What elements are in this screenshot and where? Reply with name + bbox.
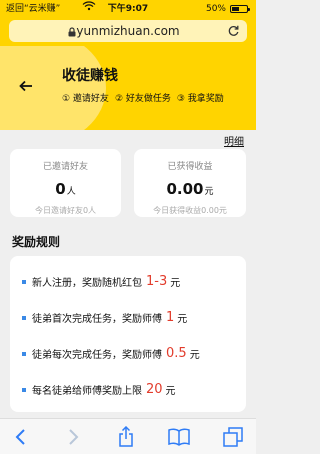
tabs-icon[interactable] [222,427,244,447]
status-bar: 返回“云米赚” 下午9:07 50% [0,0,256,18]
bullet-icon [22,351,26,356]
rule-unit: 元 [170,278,181,289]
step-reward: ③ 我拿奖励 [176,94,224,104]
rule-unit: 元 [177,314,188,325]
page-title: 收徒赚钱 [62,68,118,84]
rule-item: 新人注册，奖励随机红包 1-3 元 [22,274,180,289]
details-link[interactable]: 明细 [224,133,244,148]
address-bar[interactable]: yunmizhuan.com [9,20,247,42]
rule-unit: 元 [165,386,176,397]
share-icon[interactable] [115,426,137,447]
invited-friends-card: 已邀请好友 0人 今日邀请好友0人 [10,149,121,217]
invited-friends-value: 0人 [10,180,121,198]
battery-percent: 50% [205,4,226,14]
rules-title: 奖励规则 [12,235,61,249]
url-text: yunmizhuan.com [76,24,180,38]
bullet-icon [22,279,26,284]
forward-icon[interactable] [62,427,84,447]
rule-unit: 元 [189,350,200,361]
invited-friends-unit: 人 [66,187,76,197]
rule-item: 徒弟每次完成任务，奖励师傅 0.5 元 [22,346,200,361]
battery-status: 50% [205,0,250,18]
invited-friends-label: 已邀请好友 [42,162,88,172]
refresh-icon[interactable] [227,24,240,37]
today-earnings-text: 今日获得收益0.00元 [153,206,227,215]
lock-icon [67,26,77,37]
rule-text: 徒弟首次完成任务，奖励师傅 [32,314,162,325]
earnings-amount: 0.00 [166,180,204,198]
back-arrow-icon[interactable] [18,78,34,94]
browser-toolbar [0,418,256,454]
earnings-label: 已获得收益 [167,162,213,172]
earnings-unit: 元 [204,187,214,197]
battery-icon [230,5,250,13]
rules-card: 新人注册，奖励随机红包 1-3 元 徒弟首次完成任务，奖励师傅 1 元 徒弟每次… [10,256,246,412]
rule-highlight: 1 [166,310,175,325]
browser-address-area: yunmizhuan.com [0,18,256,46]
invited-friends-count: 0 [55,180,66,198]
rule-highlight: 1-3 [146,274,168,289]
rule-highlight: 0.5 [166,346,187,361]
rule-text: 每名徒弟给师傅奖励上限 [32,386,142,397]
bullet-icon [22,387,26,392]
back-icon[interactable] [10,427,32,447]
bookmarks-icon[interactable] [168,427,190,447]
earnings-card: 已获得收益 0.00元 今日获得收益0.00元 [134,149,246,217]
invite-steps: ① 邀请好友 ② 好友做任务 ③ 我拿奖励 [62,91,224,104]
rule-highlight: 20 [146,382,163,397]
header-decoration [0,46,106,130]
rule-item: 徒弟首次完成任务，奖励师傅 1 元 [22,310,187,325]
bullet-icon [22,315,26,320]
today-invited-text: 今日邀请好友0人 [34,206,97,215]
page-header: 收徒赚钱 ① 邀请好友 ② 好友做任务 ③ 我拿奖励 [0,46,256,130]
rule-text: 徒弟每次完成任务，奖励师傅 [32,350,162,361]
step-tasks: ② 好友做任务 [114,94,171,104]
rule-item: 每名徒弟给师傅奖励上限 20 元 [22,382,176,397]
earnings-value: 0.00元 [134,180,246,198]
rule-text: 新人注册，奖励随机红包 [32,278,142,289]
battery-level-fill [232,7,239,11]
step-invite: ① 邀请好友 [62,94,109,104]
